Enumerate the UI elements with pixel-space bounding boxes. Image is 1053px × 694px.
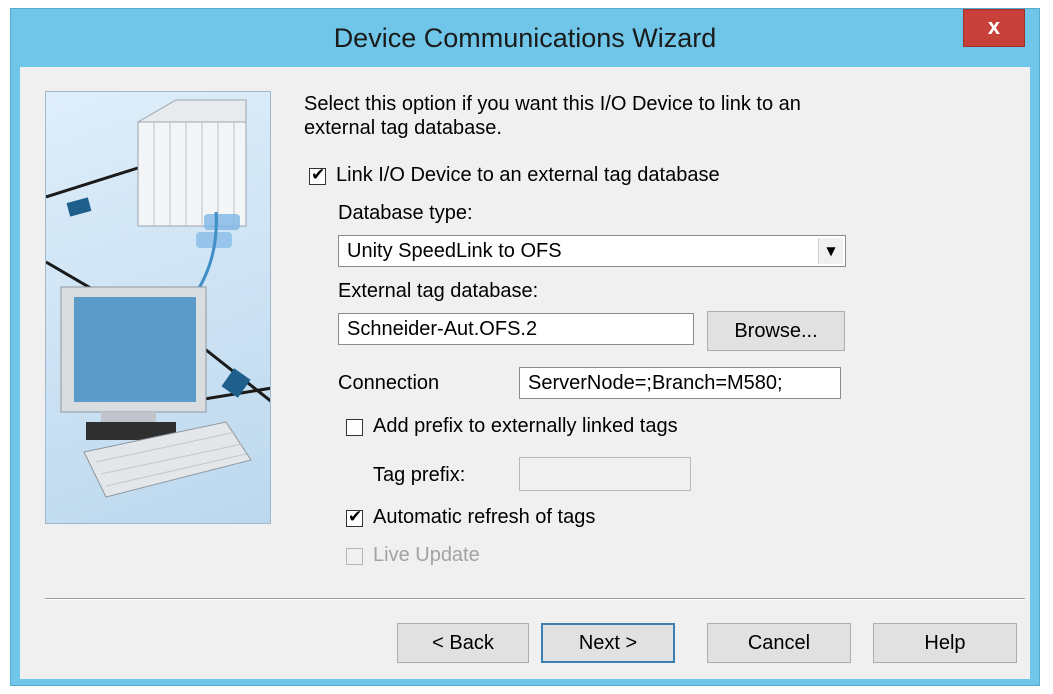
plc-computer-illustration: [46, 99, 270, 498]
back-button[interactable]: < Back: [397, 623, 529, 663]
tag-prefix-input: [519, 457, 691, 491]
connection-input[interactable]: ServerNode=;Branch=M580;: [519, 367, 841, 399]
live-update-label: Live Update: [373, 544, 480, 566]
tag-prefix-label: Tag prefix:: [373, 464, 466, 486]
add-prefix-label: Add prefix to externally linked tags: [373, 415, 678, 437]
window-title: Device Communications Wizard: [333, 23, 717, 53]
external-db-input[interactable]: Schneider-Aut.OFS.2: [338, 313, 694, 345]
title-bar: Device Communications Wizard x: [11, 9, 1039, 67]
connection-label: Connection: [338, 372, 440, 394]
database-type-dropdown[interactable]: Unity SpeedLink to OFS ▼: [338, 235, 846, 267]
next-button[interactable]: Next >: [541, 623, 675, 663]
description-line-1: Select this option if you want this I/O …: [304, 93, 801, 115]
wizard-illustration: [45, 91, 271, 524]
footer-separator: [45, 598, 1025, 600]
live-update-checkbox: [346, 548, 363, 565]
description-line-2: external tag database.: [304, 117, 502, 139]
database-type-value: Unity SpeedLink to OFS: [347, 240, 562, 262]
external-db-label: External tag database:: [338, 280, 539, 302]
link-checkbox-label: Link I/O Device to an external tag datab…: [336, 164, 720, 186]
dialog-content: Select this option if you want this I/O …: [20, 67, 1030, 679]
auto-refresh-label: Automatic refresh of tags: [373, 506, 596, 528]
browse-button[interactable]: Browse...: [707, 311, 845, 351]
dialog-window: Device Communications Wizard x Select th…: [10, 8, 1040, 686]
add-prefix-checkbox[interactable]: [346, 419, 363, 436]
close-button[interactable]: x: [963, 9, 1025, 47]
database-type-label: Database type:: [338, 202, 473, 224]
link-checkbox[interactable]: [309, 165, 326, 185]
dropdown-arrow-icon[interactable]: ▼: [818, 238, 843, 264]
cancel-button[interactable]: Cancel: [707, 623, 851, 663]
auto-refresh-checkbox[interactable]: [346, 507, 363, 527]
help-button[interactable]: Help: [873, 623, 1017, 663]
